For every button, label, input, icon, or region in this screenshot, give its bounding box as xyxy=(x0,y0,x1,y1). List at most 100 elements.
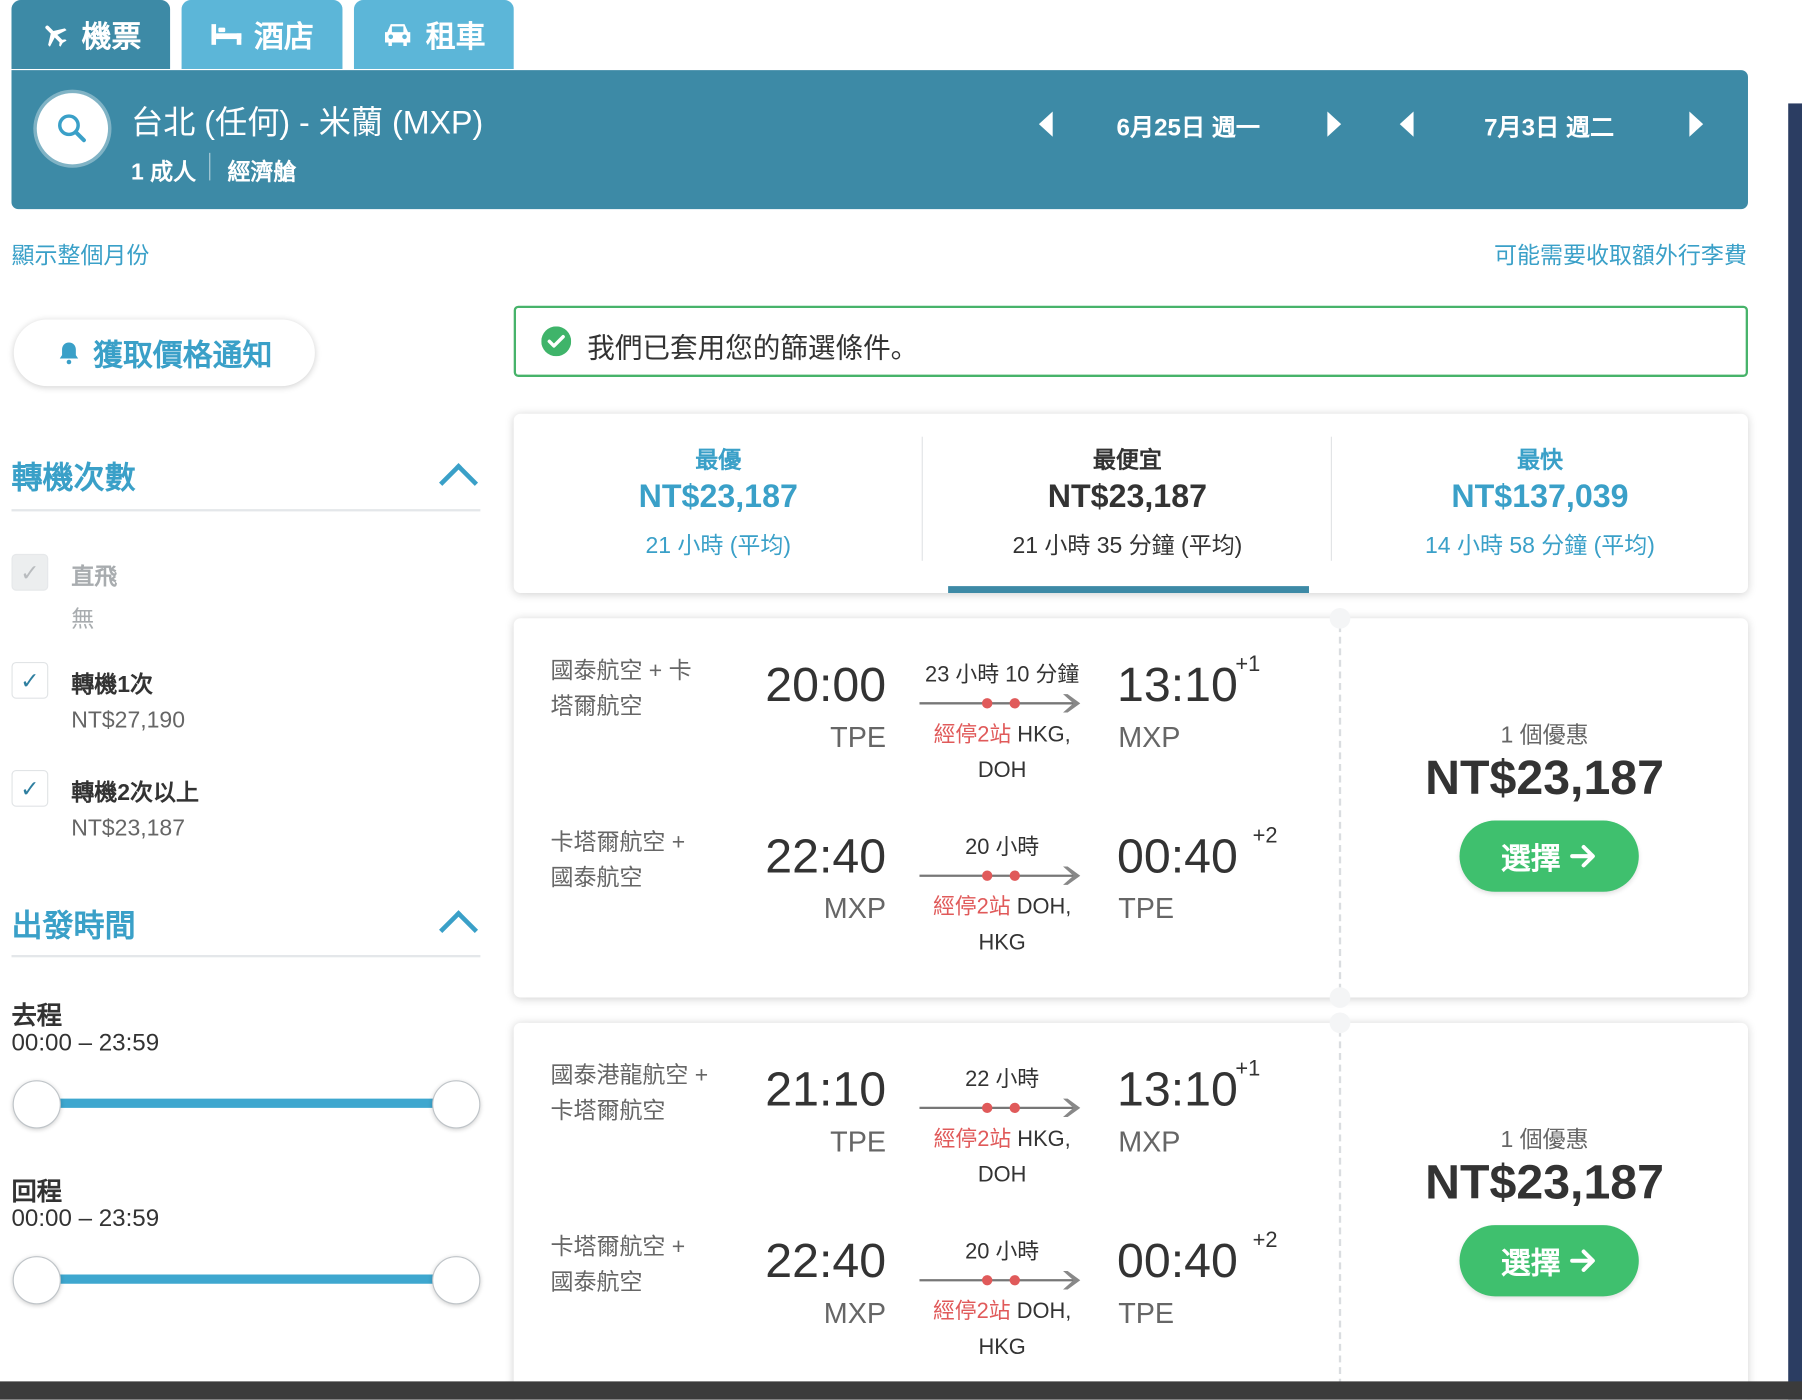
search-button[interactable] xyxy=(36,93,109,165)
depart-airport: TPE xyxy=(830,1126,887,1159)
deals-count: 1 個優惠 xyxy=(1500,722,1589,749)
option-price-nonstop: 無 xyxy=(71,606,95,633)
time-filter-title[interactable]: 出發時間 xyxy=(11,901,135,946)
outbound-slider-start-handle[interactable] xyxy=(12,1080,61,1129)
return-slider-track[interactable] xyxy=(35,1274,456,1284)
return-slider-end-handle[interactable] xyxy=(432,1256,481,1305)
outbound-range: 00:00 – 23:59 xyxy=(11,1029,160,1057)
active-tab-indicator xyxy=(948,586,1309,594)
flight-duration: 20 小時 xyxy=(965,1240,1040,1265)
result-card[interactable]: 國泰港龍航空 + 卡塔爾航空 21:10 TPE 22 小時 經停2站 HKG,… xyxy=(513,1012,1748,1400)
result-price: NT$23,187 xyxy=(1425,750,1664,805)
cabin-class[interactable]: 經濟艙 xyxy=(228,153,297,186)
stops-count: 經停2站 xyxy=(933,722,1012,748)
sort-tab-fastest[interactable]: 最快 NT$137,039 14 小時 58 分鐘 (平均) xyxy=(1332,414,1748,593)
depart-time: 22:40 xyxy=(765,1233,887,1288)
divider xyxy=(11,509,481,512)
depart-prev-arrow[interactable] xyxy=(1038,111,1053,137)
divider xyxy=(1338,625,1342,991)
stops-count: 經停2站 xyxy=(932,1299,1011,1324)
return-slider-start-handle[interactable] xyxy=(12,1256,61,1305)
baggage-fee-link[interactable]: 可能需要收取額外行李費 xyxy=(1494,237,1747,270)
option-label-two-stops[interactable]: 轉機2次以上 xyxy=(71,773,199,806)
sort-tab-duration: 21 小時 (平均) xyxy=(645,533,792,559)
arrive-time: 00:40 xyxy=(1117,1233,1238,1288)
sort-tab-duration: 14 小時 58 分鐘 (平均) xyxy=(1425,533,1655,559)
tab-label: 租車 xyxy=(425,18,486,54)
search-summary-bar: 台北 (任何) - 米蘭 (MXP) 1 成人 經濟艙 6月25日 週一 7月3… xyxy=(11,70,1748,210)
depart-time: 22:40 xyxy=(765,828,887,883)
checkbox-one-stop[interactable]: ✓ xyxy=(11,661,49,699)
divider xyxy=(11,955,481,958)
arrow-right-icon xyxy=(1570,844,1595,868)
sort-tab-price: NT$23,187 xyxy=(1047,478,1208,514)
stops-info: 經停2站 DOH, HKG xyxy=(910,890,1094,961)
stops-info: 經停2站 HKG, DOH xyxy=(910,717,1094,788)
depart-airport: MXP xyxy=(823,1297,887,1330)
select-label: 選擇 xyxy=(1500,840,1561,876)
sort-tab-best[interactable]: 最優 NT$23,187 21 小時 (平均) xyxy=(514,414,923,593)
route-title[interactable]: 台北 (任何) - 米蘭 (MXP) xyxy=(131,98,483,144)
price-alert-button[interactable]: 獲取價格通知 xyxy=(13,319,315,387)
arrow-right-icon xyxy=(1570,1249,1595,1272)
outbound-slider-end-handle[interactable] xyxy=(432,1080,481,1129)
sort-tab-duration: 21 小時 35 分鐘 (平均) xyxy=(1012,533,1243,559)
stops-info: 經停2站 DOH, HKG xyxy=(910,1294,1094,1365)
depart-date[interactable]: 6月25日 週一 xyxy=(1089,109,1287,143)
tab-cars[interactable]: 租車 xyxy=(353,0,514,69)
bottom-bar xyxy=(0,1381,1802,1400)
divider xyxy=(1338,1029,1342,1400)
divider xyxy=(209,152,211,181)
depart-next-arrow[interactable] xyxy=(1327,111,1342,137)
result-card[interactable]: 國泰航空 + 卡塔爾航空 20:00 TPE 23 小時 10 分鐘 經停2站 … xyxy=(513,607,1748,1008)
arrive-airport: TPE xyxy=(1118,1297,1175,1330)
stops-count: 經停2站 xyxy=(932,895,1011,920)
app-window: 機票 酒店 租車 台北 (任何) - 米蘭 (MXP) 1 成人 經濟艙 6月2… xyxy=(0,0,1802,1400)
outbound-slider-track[interactable] xyxy=(35,1098,456,1108)
collapse-time-icon[interactable] xyxy=(439,910,479,950)
sort-tab-label: 最快 xyxy=(1516,448,1563,474)
outbound-label: 去程 xyxy=(11,1000,63,1030)
car-icon xyxy=(385,24,411,46)
background-window-edge xyxy=(1788,103,1802,1400)
depart-time: 21:10 xyxy=(765,1061,887,1116)
day-offset: +2 xyxy=(1252,824,1278,849)
sort-tab-label: 最優 xyxy=(695,448,742,474)
search-icon xyxy=(58,114,86,143)
return-range: 00:00 – 23:59 xyxy=(11,1205,160,1232)
price-alert-label: 獲取價格通知 xyxy=(93,337,273,372)
card-notch xyxy=(1329,1012,1351,1034)
airline-names: 國泰航空 + 卡塔爾航空 xyxy=(550,658,692,720)
option-label-one-stop[interactable]: 轉機1次 xyxy=(71,665,153,698)
stops-filter-title[interactable]: 轉機次數 xyxy=(11,453,135,498)
arrive-time: 13:10 xyxy=(1117,657,1238,712)
checkbox-two-stops[interactable]: ✓ xyxy=(11,769,49,807)
flight-duration: 20 小時 xyxy=(965,835,1040,860)
show-month-link[interactable]: 顯示整個月份 xyxy=(11,237,149,270)
stops-count: 經停2站 xyxy=(933,1127,1012,1152)
bell-icon xyxy=(59,342,79,365)
route-line-icon xyxy=(919,1098,1081,1118)
airline-names: 國泰港龍航空 + 卡塔爾航空 xyxy=(550,1063,709,1124)
arrive-airport: MXP xyxy=(1118,721,1181,754)
arrive-time: 13:10 xyxy=(1117,1061,1238,1116)
airline-names: 卡塔爾航空 + 國泰航空 xyxy=(550,1234,686,1296)
collapse-stops-icon[interactable] xyxy=(439,463,479,503)
option-label-nonstop: 直飛 xyxy=(71,564,118,590)
passengers-count[interactable]: 1 成人 xyxy=(131,153,196,186)
tab-flights[interactable]: 機票 xyxy=(11,0,171,69)
return-prev-arrow[interactable] xyxy=(1399,111,1414,137)
option-price-one-stop: NT$27,190 xyxy=(71,707,185,734)
tab-hotels[interactable]: 酒店 xyxy=(181,0,343,69)
route-line-icon xyxy=(919,694,1081,713)
checkbox-nonstop: ✓ xyxy=(11,553,49,591)
return-date[interactable]: 7月3日 週二 xyxy=(1457,109,1641,143)
day-offset: +1 xyxy=(1235,1057,1261,1082)
select-button[interactable]: 選擇 xyxy=(1459,820,1639,892)
select-button[interactable]: 選擇 xyxy=(1459,1225,1639,1297)
return-next-arrow[interactable] xyxy=(1689,111,1704,137)
sort-tab-price: NT$137,039 xyxy=(1451,478,1629,514)
plane-icon xyxy=(45,25,67,47)
sort-tab-cheapest[interactable]: 最便宜 NT$23,187 21 小時 35 分鐘 (平均) xyxy=(923,414,1332,594)
option-price-two-stops: NT$23,187 xyxy=(71,815,185,842)
